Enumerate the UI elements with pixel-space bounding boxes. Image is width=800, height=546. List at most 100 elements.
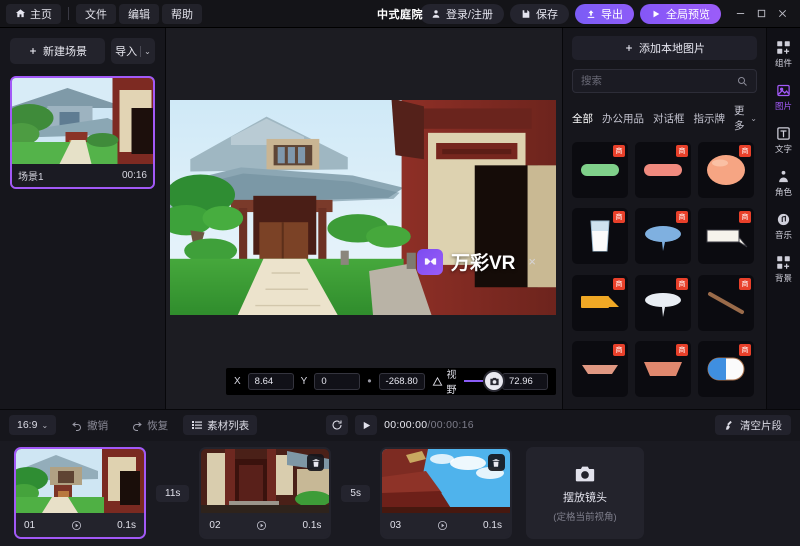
filter-dialog[interactable]: 对话框 [653, 111, 685, 126]
asset-tile[interactable]: 商 [698, 208, 754, 265]
delete-clip-icon[interactable] [307, 454, 325, 472]
minimize-icon[interactable] [735, 8, 746, 19]
premium-badge: 商 [613, 211, 625, 224]
camera-knob-icon[interactable] [483, 370, 506, 392]
menu-file[interactable]: 文件 [76, 3, 116, 24]
menu-edit[interactable]: 编辑 [119, 3, 159, 24]
home-icon [15, 8, 26, 19]
login-register-button[interactable]: 登录/注册 [419, 3, 504, 24]
play-button[interactable] [355, 415, 378, 435]
vr-logo-icon [417, 248, 443, 275]
search-icon[interactable] [736, 75, 748, 87]
rail-label: 文字 [774, 144, 792, 154]
asset-tile[interactable]: 商 [698, 142, 754, 198]
delete-clip-icon[interactable] [487, 454, 505, 472]
add-camera-shot-button[interactable]: 摆放镜头 (定格当前视角) [525, 447, 644, 540]
asset-tile[interactable]: 商 [698, 341, 754, 398]
asset-tile[interactable]: 商 [635, 142, 691, 198]
close-icon[interactable] [777, 8, 788, 19]
chevron-down-icon: ⌄ [750, 113, 757, 123]
premium-badge: 商 [676, 277, 688, 290]
new-scene-button[interactable]: 新建场景 [10, 38, 105, 64]
loop-button[interactable] [326, 415, 349, 435]
undo-button[interactable]: 撤销 [63, 415, 116, 435]
add-local-image-button[interactable]: 添加本地图片 [572, 36, 757, 60]
fov-slider[interactable] [463, 370, 506, 392]
clip-preview-icon[interactable] [71, 520, 82, 531]
timeline-clip[interactable]: 02 0.1s [199, 447, 332, 540]
import-label: 导入 [115, 46, 138, 58]
menu-file-label: 文件 [85, 8, 107, 21]
list-icon [191, 419, 203, 431]
canvas-stage[interactable]: 万彩VR × X 8.64 Y 0 • -268.80 视野 72.96 [166, 28, 562, 409]
timeline-track[interactable]: 01 0.1s 11s 02 0.1s 5s 03 0.1s 摆放镜头 (定格当… [0, 440, 800, 546]
asset-tile[interactable]: 商 [572, 208, 628, 265]
scene-canvas[interactable]: 万彩VR × [170, 100, 556, 315]
aspect-ratio-dropdown[interactable]: 16:9 ⌄ [9, 415, 57, 435]
search-input[interactable] [581, 75, 730, 87]
search-box[interactable] [572, 69, 757, 93]
y-input[interactable]: 0 [314, 372, 361, 390]
home-button[interactable]: 主页 [6, 3, 61, 24]
asset-tile[interactable]: 商 [572, 341, 628, 398]
redo-button[interactable]: 恢复 [123, 415, 176, 435]
scene-item[interactable]: 场景1 00:16 [10, 76, 155, 189]
placeholder-subtitle: (定格当前视角) [553, 512, 617, 524]
rail-label: 图片 [774, 101, 792, 111]
user-icon [431, 9, 441, 19]
rail-item-text[interactable]: 文字 [769, 126, 799, 155]
rail-item-image[interactable]: 图片 [769, 83, 799, 112]
timeline-clip[interactable]: 01 0.1s [14, 447, 146, 540]
menu-divider [68, 7, 69, 20]
main-area: 新建场景 导入 ⌄ 场景1 00:16 万彩VR × X 8.64 Y 0 • … [0, 28, 800, 409]
rail-item-components[interactable]: 组件 [769, 40, 799, 69]
clip-preview-icon[interactable] [437, 520, 448, 531]
new-scene-label: 新建场景 [43, 46, 87, 58]
export-button[interactable]: 导出 [575, 3, 634, 24]
text-icon [776, 126, 791, 141]
asset-tile[interactable]: 商 [635, 274, 691, 331]
aspect-ratio-label: 16:9 [17, 419, 38, 431]
filter-all[interactable]: 全部 [572, 111, 593, 126]
fov-value-input[interactable]: 72.96 [502, 372, 548, 390]
clip-preview-icon[interactable] [256, 520, 267, 531]
clip-index: 01 [24, 519, 36, 531]
chevron-down-icon: ⌄ [41, 420, 49, 430]
asset-tile[interactable]: 商 [635, 208, 691, 265]
asset-tile[interactable]: 商 [698, 274, 754, 331]
transform-toolbar: X 8.64 Y 0 • -268.80 视野 72.96 [226, 367, 556, 396]
rail-item-background[interactable]: 背景 [769, 255, 799, 284]
clip-footer: 03 0.1s [381, 513, 510, 538]
timeline-clip[interactable]: 03 0.1s [379, 447, 512, 540]
clip-gap[interactable]: 5s [341, 484, 370, 502]
asset-tile[interactable]: 商 [635, 341, 691, 398]
clear-clips-button[interactable]: 清空片段 [715, 415, 791, 435]
asset-list-button[interactable]: 素材列表 [183, 415, 258, 435]
import-divider [140, 45, 142, 57]
menu-help[interactable]: 帮助 [162, 3, 202, 24]
global-preview-button[interactable]: 全局预览 [640, 3, 721, 24]
watermark-text: 万彩VR [451, 253, 516, 274]
maximize-icon[interactable] [756, 8, 767, 19]
premium-badge: 商 [739, 344, 751, 357]
rail-item-character[interactable]: 角色 [769, 169, 799, 198]
x-input[interactable]: 8.64 [247, 372, 294, 390]
rail-item-music[interactable]: 音乐 [769, 212, 799, 241]
rail-label: 音乐 [774, 230, 792, 240]
clip-thumbnail [16, 449, 144, 514]
filter-sign[interactable]: 指示牌 [694, 111, 726, 126]
chevron-down-icon[interactable]: ⌄ [144, 47, 151, 56]
asset-tile[interactable]: 商 [572, 142, 628, 198]
y-label: Y [300, 375, 308, 387]
watermark-close-icon[interactable]: × [528, 254, 536, 269]
asset-tile[interactable]: 商 [572, 274, 628, 331]
z-input[interactable]: -268.80 [378, 372, 425, 390]
asset-grid[interactable]: 商 商 商 商 商 商 商 商 商 商 商 商 [572, 142, 757, 409]
save-button[interactable]: 保存 [510, 3, 569, 24]
music-icon [776, 212, 791, 227]
clip-footer: 01 0.1s [16, 513, 144, 538]
filter-more[interactable]: 更多 ⌄ [734, 103, 757, 133]
filter-office[interactable]: 办公用品 [602, 111, 644, 126]
clip-gap[interactable]: 11s [156, 484, 190, 502]
import-button[interactable]: 导入 ⌄ [111, 38, 155, 64]
